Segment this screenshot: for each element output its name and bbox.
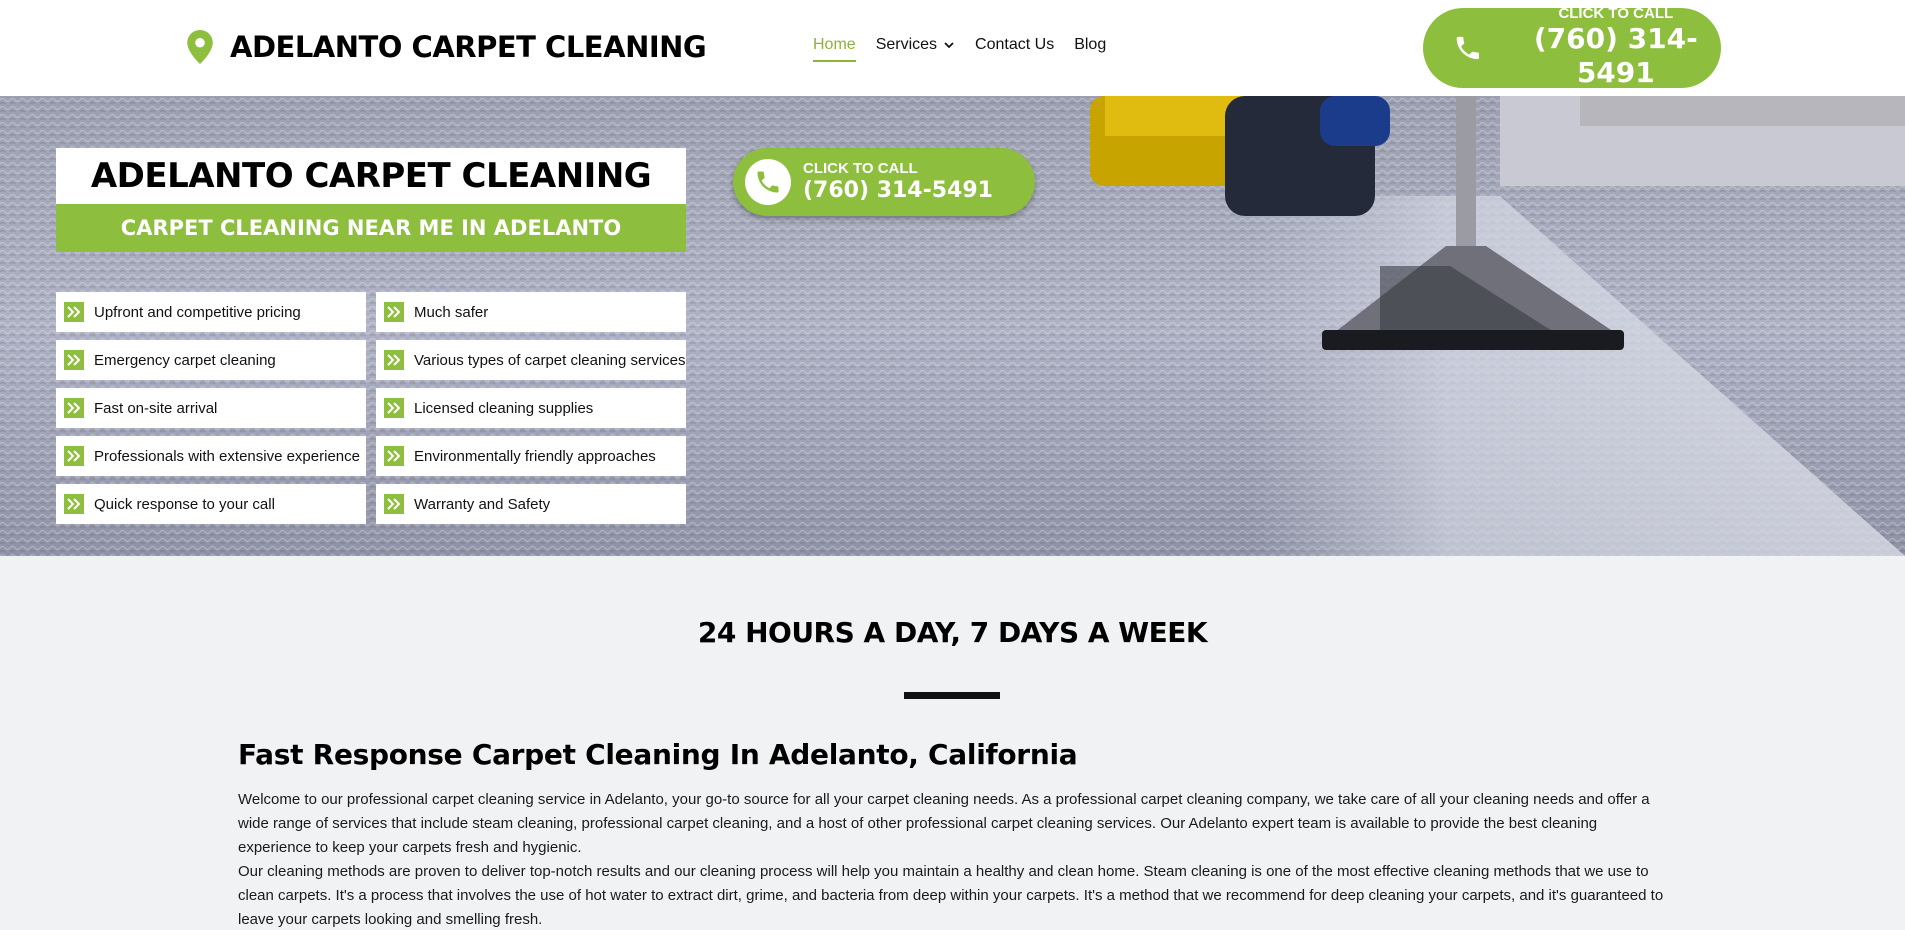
feature-label: Environmentally friendly approaches [414, 447, 656, 465]
location-pin-icon [187, 30, 213, 64]
methods-paragraph: Our cleaning methods are proven to deliv… [238, 863, 1664, 928]
feature-item: Emergency carpet cleaning [56, 340, 366, 380]
nav-home[interactable]: Home [813, 36, 856, 62]
hours-heading: 24 HOURS A DAY, 7 DAYS A WEEK [697, 616, 1208, 649]
feature-item: Various types of carpet cleaning service… [376, 340, 686, 380]
feature-label: Upfront and competitive pricing [94, 303, 301, 321]
feature-item: Licensed cleaning supplies [376, 388, 686, 428]
phone-icon [1456, 36, 1479, 60]
main-nav: Home Services Contact Us Blog [813, 36, 1126, 62]
double-chevron-right-icon [384, 398, 404, 418]
nav-contact-label: Contact Us [975, 36, 1055, 53]
feature-item: Much safer [376, 292, 686, 332]
double-chevron-right-icon [64, 350, 84, 370]
nav-home-label: Home [813, 36, 856, 53]
double-chevron-right-icon [384, 494, 404, 514]
feature-label: Emergency carpet cleaning [94, 351, 276, 369]
feature-item: Environmentally friendly approaches [376, 436, 686, 476]
feature-item: Professionals with extensive experience [56, 436, 366, 476]
header-call-number: (760) 314-5491 [1533, 22, 1698, 89]
header-call-label: CLICK TO CALL [1558, 5, 1674, 22]
intro-paragraph: Welcome to our professional carpet clean… [238, 791, 1650, 856]
hero-call-button[interactable]: CLICK TO CALL (760) 314-5491 [733, 148, 1035, 216]
section-divider [904, 692, 1000, 699]
double-chevron-right-icon [384, 446, 404, 466]
feature-label: Various types of carpet cleaning service… [414, 351, 686, 369]
hero-title: ADELANTO CARPET CLEANING [90, 156, 652, 196]
nav-services-label: Services [875, 36, 938, 53]
hero-subtitle-box: CARPET CLEANING NEAR ME IN ADELANTO [56, 204, 686, 252]
feature-item: Upfront and competitive pricing [56, 292, 366, 332]
feature-item: Quick response to your call [56, 484, 366, 524]
double-chevron-right-icon [64, 398, 84, 418]
double-chevron-right-icon [64, 494, 84, 514]
double-chevron-right-icon [64, 446, 84, 466]
hero-call-label: CLICK TO CALL [803, 159, 918, 177]
brand-name: ADELANTO CARPET CLEANING [230, 30, 707, 64]
hero-call-number: (760) 314-5491 [803, 177, 993, 203]
nav-services[interactable]: Services [876, 36, 955, 54]
feature-label: Fast on-site arrival [94, 399, 218, 417]
double-chevron-right-icon [384, 350, 404, 370]
phone-icon [757, 171, 779, 193]
brand[interactable]: ADELANTO CARPET CLEANING [186, 30, 707, 64]
hero-call-text: CLICK TO CALL (760) 314-5491 [803, 160, 993, 205]
double-chevron-right-icon [384, 302, 404, 322]
header-call-text: CLICK TO CALL (760) 314-5491 [1511, 6, 1721, 90]
chevron-down-icon [944, 42, 954, 49]
hero-subtitle: CARPET CLEANING NEAR ME IN ADELANTO [120, 216, 622, 240]
site-header: ADELANTO CARPET CLEANING Home Services C… [0, 0, 1905, 96]
nav-blog[interactable]: Blog [1074, 36, 1106, 54]
section-title: Fast Response Carpet Cleaning In Adelant… [238, 738, 1078, 771]
feature-item: Warranty and Safety [376, 484, 686, 524]
hero-section: ADELANTO CARPET CLEANING CARPET CLEANING… [0, 96, 1905, 556]
phone-circle [745, 159, 791, 205]
feature-item: Fast on-site arrival [56, 388, 366, 428]
feature-label: Quick response to your call [94, 495, 275, 513]
header-call-button[interactable]: CLICK TO CALL (760) 314-5491 [1423, 6, 1721, 90]
feature-label: Warranty and Safety [414, 495, 551, 513]
nav-contact-us[interactable]: Contact Us [975, 36, 1054, 54]
hero-title-box: ADELANTO CARPET CLEANING [56, 148, 686, 204]
double-chevron-right-icon [64, 302, 84, 322]
nav-blog-label: Blog [1074, 36, 1107, 53]
feature-label: Licensed cleaning supplies [414, 399, 594, 417]
feature-label: Much safer [414, 303, 489, 321]
feature-label: Professionals with extensive experience [94, 447, 360, 465]
